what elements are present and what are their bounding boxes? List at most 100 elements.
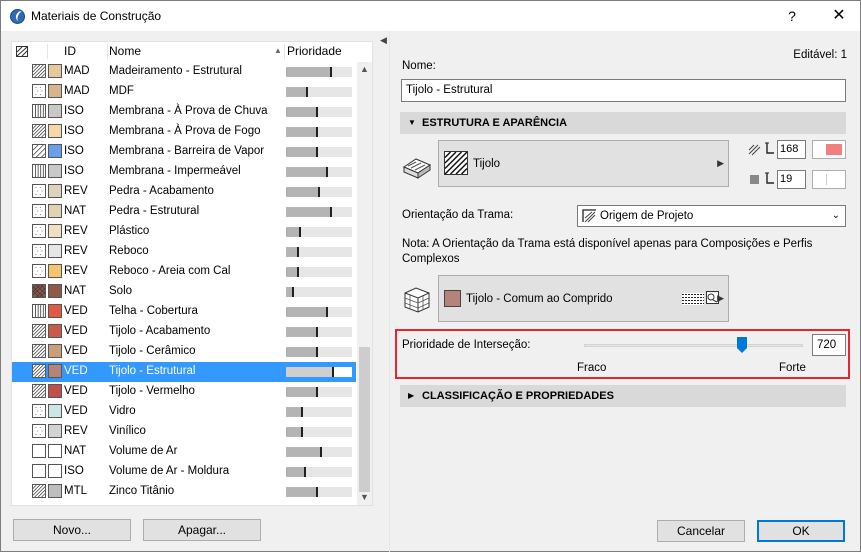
priority-bar — [286, 267, 352, 277]
name-input[interactable]: Tijolo - Estrutural — [401, 79, 846, 102]
hatch-pattern-icon — [32, 424, 46, 438]
scroll-up-icon[interactable]: ▲ — [360, 64, 369, 74]
structure-section-header[interactable]: ▼ ESTRUTURA E APARÊNCIA — [400, 112, 846, 134]
background-pen-color-button[interactable] — [812, 170, 846, 189]
brick-hatch-icon — [444, 151, 468, 175]
table-row[interactable]: VED Tijolo - Estrutural — [12, 362, 356, 382]
row-id: ISO — [64, 165, 84, 177]
table-row[interactable]: MAD MDF — [12, 82, 356, 102]
name-column-header[interactable]: Nome — [109, 44, 141, 58]
table-row[interactable]: REV Vinílico — [12, 422, 356, 442]
ok-button[interactable]: OK — [757, 520, 845, 542]
table-row[interactable]: ISO Volume de Ar - Moldura — [12, 462, 356, 482]
orientation-select[interactable]: Origem de Projeto ⌄ — [577, 205, 846, 227]
cut-fill-button[interactable]: Tijolo ▶ — [438, 140, 729, 187]
intersection-priority-input[interactable]: 720 — [812, 334, 846, 356]
priority-bar-fill — [286, 147, 318, 157]
table-row[interactable]: ISO Membrana - Barreira de Vapor — [12, 142, 356, 162]
surface-button[interactable]: Tijolo - Comum ao Comprido ▶ — [438, 275, 729, 322]
table-row[interactable]: VED Telha - Cobertura — [12, 302, 356, 322]
priority-bar — [286, 107, 352, 117]
hatch-orientation-icon — [582, 209, 596, 223]
table-row[interactable]: NAT Solo — [12, 282, 356, 302]
priority-bar — [286, 167, 352, 177]
cut-fill-icon — [402, 158, 432, 179]
row-id: VED — [64, 405, 88, 417]
row-name: Tijolo - Vermelho — [109, 385, 195, 397]
table-row[interactable]: ISO Membrana - Impermeável — [12, 162, 356, 182]
priority-bar-fill — [286, 327, 318, 337]
priority-column-header[interactable]: Prioridade — [287, 44, 342, 58]
cut-pen-input[interactable]: 168 — [777, 140, 806, 159]
table-row[interactable]: REV Pedra - Acabamento — [12, 182, 356, 202]
delete-button[interactable]: Apagar... — [143, 519, 261, 541]
surface-color-swatch — [48, 164, 62, 178]
hatch-pattern-icon — [32, 304, 46, 318]
table-row[interactable]: ISO Membrana - À Prova de Fogo — [12, 122, 356, 142]
row-name: Membrana - À Prova de Chuva — [109, 105, 268, 117]
surface-color-swatch — [48, 364, 62, 378]
table-row[interactable]: VED Tijolo - Vermelho — [12, 382, 356, 402]
table-row[interactable]: VED Vidro — [12, 402, 356, 422]
table-row[interactable]: REV Reboco - Areia com Cal — [12, 262, 356, 282]
priority-bar — [286, 147, 352, 157]
row-name: Tijolo - Acabamento — [109, 325, 211, 337]
surface-color-swatch — [48, 464, 62, 478]
cut-fill-name: Tijolo — [473, 158, 501, 170]
table-row[interactable]: NAT Pedra - Estrutural — [12, 202, 356, 222]
background-pen-input[interactable]: 19 — [777, 170, 806, 189]
scroll-down-icon[interactable]: ▼ — [360, 492, 369, 502]
slider-thumb[interactable] — [737, 337, 747, 353]
table-row[interactable]: NAT Volume de Ar — [12, 442, 356, 462]
row-name: Pedra - Estrutural — [109, 205, 200, 217]
table-row[interactable]: MAD Madeiramento - Estrutural — [12, 62, 356, 82]
collapse-arrow-icon[interactable]: ◀ — [380, 35, 387, 46]
list-scrollbar[interactable]: ▲ ▼ — [357, 62, 372, 505]
app-icon — [10, 9, 25, 24]
surface-color-swatch — [48, 324, 62, 338]
close-button[interactable]: ✕ — [827, 5, 851, 27]
hatch-pattern-icon — [32, 144, 46, 158]
table-row[interactable]: MTL Zinco Titânio — [12, 482, 356, 502]
row-name: Solo — [109, 285, 133, 297]
texture-icon — [682, 293, 704, 305]
table-row[interactable]: ISO Membrana - À Prova de Chuva — [12, 102, 356, 122]
hatch-pattern-icon — [32, 184, 46, 198]
row-id: MAD — [64, 65, 90, 77]
classification-section-header[interactable]: ▶ CLASSIFICAÇÃO E PROPRIEDADES — [400, 385, 846, 407]
surface-name: Tijolo - Comum ao Comprido — [466, 293, 613, 305]
intersection-priority-slider[interactable] — [584, 344, 803, 347]
structure-section-label: ESTRUTURA E APARÊNCIA — [422, 117, 568, 129]
priority-bar — [286, 447, 352, 457]
hatch-pattern-icon — [32, 484, 46, 498]
material-column-icon[interactable] — [16, 46, 28, 57]
row-name: Plástico — [109, 225, 150, 237]
new-button[interactable]: Novo... — [13, 519, 131, 541]
priority-bar-fill — [286, 187, 320, 197]
row-name: Tijolo - Estrutural — [109, 365, 196, 377]
cut-pen-color-button[interactable] — [812, 140, 846, 159]
priority-bar — [286, 227, 352, 237]
table-row[interactable]: VED Tijolo - Cerâmico — [12, 342, 356, 362]
hatch-pattern-icon — [32, 404, 46, 418]
row-id: MTL — [64, 485, 87, 497]
table-row[interactable]: VED Tijolo - Acabamento — [12, 322, 356, 342]
hatch-pattern-icon — [32, 464, 46, 478]
list-header: ID Nome ▲ Prioridade — [12, 42, 372, 61]
table-row[interactable]: REV Reboco — [12, 242, 356, 262]
help-button[interactable]: ? — [780, 5, 804, 27]
row-id: REV — [64, 225, 88, 237]
row-name: Tijolo - Cerâmico — [109, 345, 196, 357]
row-id: REV — [64, 245, 88, 257]
id-column-header[interactable]: ID — [64, 44, 76, 58]
cancel-button[interactable]: Cancelar — [657, 520, 745, 542]
scroll-thumb[interactable] — [359, 347, 370, 492]
row-id: NAT — [64, 285, 87, 297]
priority-bar-fill — [286, 387, 318, 397]
surface-swatch — [444, 290, 461, 307]
row-id: VED — [64, 305, 88, 317]
priority-bar — [286, 127, 352, 137]
expand-arrow-icon: ▶ — [717, 158, 724, 168]
hatch-pattern-icon — [32, 124, 46, 138]
table-row[interactable]: REV Plástico — [12, 222, 356, 242]
